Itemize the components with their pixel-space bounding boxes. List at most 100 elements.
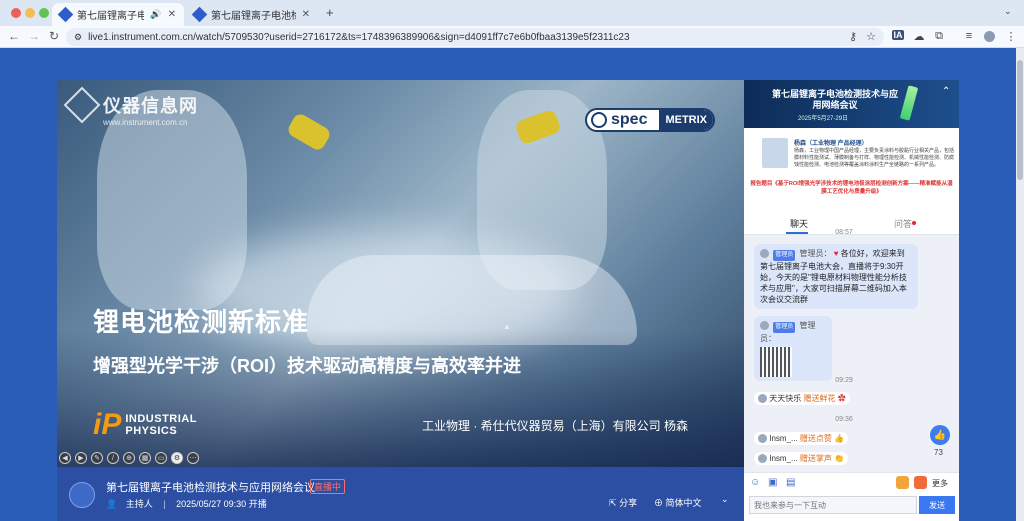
banner-title: 第七届锂离子电池检测技术与应用网络会议	[771, 89, 898, 110]
expand-chevron-icon[interactable]: ⌄	[721, 494, 729, 505]
share-button[interactable]: ⇱ 分享	[609, 496, 637, 509]
extension-ia-icon[interactable]: IA	[892, 30, 904, 40]
site-favicon-icon	[57, 6, 74, 23]
close-tab-icon[interactable]: ✕	[302, 9, 310, 20]
instrument-logo-url: www.instrument.com.cn	[103, 118, 188, 127]
battery-graphic-icon	[899, 85, 919, 121]
browser-tab-2[interactable]: 第七届锂离子电池检测技术与应 ✕	[186, 3, 318, 26]
red-packet-icon[interactable]	[914, 476, 927, 489]
gift-user: Insm_...	[769, 434, 798, 443]
chat-timestamp: 09:36	[835, 416, 853, 423]
admin-avatar	[760, 321, 769, 331]
speaker-bio: 杨森，工业物理中国产品经理，主要负责涂料与胶黏行业相关产品，包括膜材料性能测试、…	[794, 148, 955, 168]
chat-message-admin: 管理员 管理员： ♥ 各位好，欢迎来到第七届锂离子电池大会，直播将于9:30开始…	[754, 244, 918, 309]
gift-flower-icon: ✿	[837, 394, 846, 403]
forward-arrow-icon[interactable]: →	[26, 29, 42, 43]
address-bar[interactable]: ⚙ live1.instrument.com.cn/watch/5709530?…	[66, 28, 884, 46]
image-upload-icon[interactable]: ▣	[768, 477, 777, 488]
gift-clap-icon: 👏	[834, 454, 845, 463]
chat-timestamp: 09:29	[835, 377, 853, 384]
browser-menu-icon[interactable]: ⋮	[1004, 30, 1018, 43]
settings-icon[interactable]: ⚙	[171, 452, 183, 464]
media-queue-icon[interactable]: ≡	[962, 30, 976, 42]
instrument-logo-mark-icon	[63, 86, 101, 124]
reload-icon[interactable]: ↻	[46, 29, 62, 43]
specmetrix-logo-spec: spec	[611, 111, 648, 128]
tab-list-chevron-icon[interactable]: ⌄	[1004, 6, 1012, 17]
maximize-window-dot[interactable]	[39, 8, 49, 18]
admin-avatar	[760, 249, 769, 259]
send-button[interactable]: 发送	[919, 496, 955, 514]
highlighter-icon[interactable]: /	[107, 452, 119, 464]
specmetrix-crosshair-icon	[591, 112, 607, 128]
collapse-chevron-icon[interactable]: ⌃	[942, 86, 950, 97]
video-player[interactable]: 仪器信息网 www.instrument.com.cn spec METRIX …	[57, 80, 744, 467]
slide-shade	[57, 330, 744, 467]
gift-text: 赠送鲜花	[803, 394, 836, 403]
chat-input[interactable]	[749, 496, 917, 514]
zoom-icon[interactable]: ⊕	[123, 452, 135, 464]
url-text: live1.instrument.com.cn/watch/5709530?us…	[88, 31, 630, 43]
grid-view-icon[interactable]: ▦	[139, 452, 151, 464]
profile-avatar-icon[interactable]	[984, 31, 995, 42]
user-avatar	[758, 394, 767, 404]
close-window-dot[interactable]	[11, 8, 21, 18]
admin-label: 管理员：	[799, 249, 832, 258]
speaker-audio-icon[interactable]: 🔊	[150, 9, 161, 20]
user-avatar	[758, 434, 767, 444]
tab-title: 第七届锂离子电池检测技术与应	[211, 11, 296, 22]
page-background-right	[959, 48, 1024, 521]
site-settings-icon[interactable]: ⚙	[74, 32, 82, 43]
ip-logo-line1: INDUSTRIAL	[125, 413, 197, 425]
ip-logo-line2: PHYSICS	[125, 425, 178, 437]
slide-controls: ◀ ▶ ✎ / ⊕ ▦ ▭ ⚙ ⋯	[59, 452, 199, 466]
gift-box-icon[interactable]	[896, 476, 909, 489]
instrument-logo-text: 仪器信息网	[103, 96, 198, 116]
presenter-credit: 工业物理 · 希仕代仪器贸易（上海）有限公司 杨森	[422, 419, 688, 433]
specmetrix-logo: spec METRIX	[585, 108, 715, 132]
password-key-icon[interactable]: ⚷	[846, 30, 860, 43]
more-options-icon[interactable]: ⋯	[187, 452, 199, 464]
gift-message: Insm_... 赠送点赞 👍	[754, 432, 849, 445]
document-icon[interactable]: ▤	[786, 477, 795, 488]
minimize-window-dot[interactable]	[25, 8, 35, 18]
next-slide-icon[interactable]: ▶	[75, 452, 87, 464]
instrument-logo: 仪器信息网 www.instrument.com.cn	[63, 86, 198, 127]
live-status-badge: 直播中	[310, 479, 346, 494]
specmetrix-logo-metrix: METRIX	[659, 110, 713, 130]
pen-tool-icon[interactable]: ✎	[91, 452, 103, 464]
session-title: 第七届锂离子电池检测技术与应用网络会议	[106, 482, 315, 494]
speaker-topic: 报告题目《基于ROI增强光学涉技术的锂电池极涂层检测创新方案——精准赋能从湿膜工…	[750, 181, 953, 195]
browser-toolbar: ← → ↻ ⚙ live1.instrument.com.cn/watch/57…	[0, 26, 1024, 48]
conference-banner: 第七届锂离子电池检测技术与应用网络会议 2025年5月27-29日 ⌃	[744, 80, 959, 128]
language-selector[interactable]: ⊕ 简体中文	[654, 496, 702, 509]
more-button[interactable]: 更多	[932, 478, 948, 489]
extensions-puzzle-icon[interactable]: ⧉	[932, 30, 946, 43]
prev-slide-icon[interactable]: ◀	[59, 452, 71, 464]
chat-input-row: 发送	[744, 492, 959, 521]
new-tab-button[interactable]: +	[326, 5, 334, 20]
gift-message: Insm_... 赠送掌声 👏	[754, 452, 849, 465]
speaker-photo	[762, 138, 788, 168]
gift-text: 赠送掌声	[799, 454, 832, 463]
subtitles-icon[interactable]: ▭	[155, 452, 167, 464]
browser-tab-bar: 第七届锂离子电池检测技术 🔊 ✕ 第七届锂离子电池检测技术与应 ✕ + ⌄	[0, 0, 1024, 26]
user-avatar	[758, 454, 767, 464]
close-tab-icon[interactable]: ✕	[168, 9, 176, 20]
like-thumb-button[interactable]: 👍	[930, 425, 950, 445]
session-info-bar: 第七届锂离子电池检测技术与应用网络会议 直播中 👤 主持人 | 2025/05/…	[57, 467, 744, 521]
slide-title: 锂电池检测新标准	[93, 307, 310, 337]
bookmark-star-icon[interactable]: ☆	[864, 30, 878, 43]
extension-cloud-icon[interactable]: ☁	[912, 30, 926, 43]
emoji-icon[interactable]: ☺	[750, 477, 760, 488]
chat-timestamp: 08:57	[835, 229, 853, 236]
share-label: 分享	[619, 498, 638, 508]
page-scrollbar-thumb[interactable]	[1017, 60, 1023, 180]
admin-badge: 管理员	[773, 250, 796, 261]
mouse-cursor-icon: ▲	[503, 322, 511, 331]
speaker-name: 杨森（工业物理 产品经理）	[794, 141, 868, 147]
browser-tab-1[interactable]: 第七届锂离子电池检测技术 🔊 ✕	[52, 3, 184, 26]
back-arrow-icon[interactable]: ←	[6, 29, 22, 43]
gift-message: 天天快乐 赠送鲜花 ✿	[754, 392, 850, 405]
qr-code-image[interactable]	[760, 347, 792, 377]
